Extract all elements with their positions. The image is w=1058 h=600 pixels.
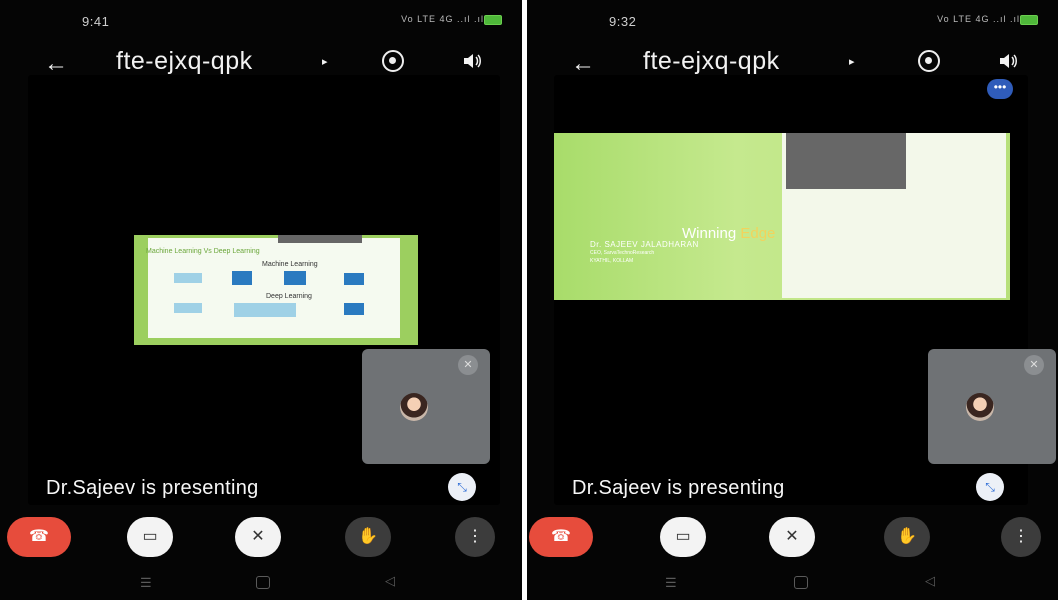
signal-indicator: Vo LTE 4G ..ıl .ıl bbox=[401, 14, 484, 24]
caret-right-icon[interactable]: ▸ bbox=[322, 55, 328, 68]
meeting-code[interactable]: fte-ejxq-qpk bbox=[643, 47, 780, 76]
phone-screen-right: 9:32 Vo LTE 4G ..ıl .ıl ← fte-ejxq-qpk ▸… bbox=[527, 0, 1058, 600]
slide-image-box bbox=[786, 133, 906, 189]
home-icon[interactable] bbox=[794, 576, 808, 589]
meeting-code[interactable]: fte-ejxq-qpk bbox=[116, 47, 253, 76]
nav-back-icon[interactable]: ◁ bbox=[925, 573, 935, 589]
nav-back-icon[interactable]: ◁ bbox=[385, 573, 395, 589]
slide-presenter: Dr. SAJEEV JALADHARAN bbox=[590, 240, 699, 249]
fullscreen-icon[interactable]: ⤡ bbox=[976, 473, 1004, 501]
switch-camera-icon[interactable] bbox=[918, 50, 940, 72]
shared-slide: Winning Edge Dr. SAJEEV JALADHARAN CEO, … bbox=[554, 133, 1010, 300]
switch-camera-icon[interactable] bbox=[382, 50, 404, 72]
recent-apps-icon[interactable]: ☰ bbox=[665, 575, 677, 591]
avatar bbox=[966, 393, 994, 421]
raise-hand-button[interactable]: ✋ bbox=[345, 517, 391, 557]
presentation-stage: ••• Winning Edge Dr. SAJEEV JALADHARAN C… bbox=[554, 75, 1056, 505]
back-arrow-icon[interactable]: ← bbox=[44, 50, 68, 78]
clock: 9:32 bbox=[609, 14, 637, 29]
raise-hand-button[interactable]: ✋ bbox=[884, 517, 930, 557]
phone-screen-left: 9:41 Vo LTE 4G ..ıl .ıl ← fte-ejxq-qpk ▸… bbox=[0, 0, 522, 600]
more-options-button[interactable]: ⋮ bbox=[1001, 517, 1041, 557]
mic-off-button[interactable]: ✕ bbox=[769, 517, 815, 557]
self-video-tile[interactable]: ✕ bbox=[928, 349, 1056, 464]
more-options-button[interactable]: ⋮ bbox=[455, 517, 495, 557]
end-call-button[interactable]: ☎ bbox=[529, 517, 593, 557]
overflow-menu-icon[interactable]: ••• bbox=[987, 79, 1013, 99]
call-controls: ☎ ▭ ✕ ✋ ⋮ bbox=[0, 513, 522, 563]
diagram-network bbox=[234, 303, 296, 317]
diagram-output bbox=[344, 273, 364, 285]
mic-off-icon[interactable]: ✕ bbox=[458, 355, 478, 375]
call-controls: ☎ ▭ ✕ ✋ ⋮ bbox=[527, 513, 1058, 563]
slide-heading: Machine Learning Vs Deep Learning bbox=[146, 248, 260, 255]
speaker-icon[interactable] bbox=[462, 52, 482, 70]
battery-icon bbox=[1020, 15, 1038, 25]
mic-off-button[interactable]: ✕ bbox=[235, 517, 281, 557]
diagram-node bbox=[284, 271, 306, 285]
presenting-status: Dr.Sajeev is presenting bbox=[572, 477, 785, 499]
diagram-car bbox=[174, 273, 202, 283]
caret-right-icon[interactable]: ▸ bbox=[849, 55, 855, 68]
mic-off-icon[interactable]: ✕ bbox=[1024, 355, 1044, 375]
system-nav-bar: ☰ ◁ bbox=[0, 572, 522, 600]
headline-gold: Edge bbox=[740, 225, 776, 242]
home-icon[interactable] bbox=[256, 576, 270, 589]
diagram-car bbox=[174, 303, 202, 313]
speaker-icon[interactable] bbox=[998, 52, 1018, 70]
presenting-status: Dr.Sajeev is presenting bbox=[46, 477, 259, 499]
system-nav-bar: ☰ ◁ bbox=[527, 572, 1058, 600]
end-call-button[interactable]: ☎ bbox=[7, 517, 71, 557]
fullscreen-icon[interactable]: ⤡ bbox=[448, 473, 476, 501]
diagram-node bbox=[232, 271, 252, 285]
self-video-tile[interactable]: ✕ bbox=[362, 349, 490, 464]
slide-tab bbox=[278, 235, 362, 243]
battery-icon bbox=[484, 15, 502, 25]
recent-apps-icon[interactable]: ☰ bbox=[140, 575, 152, 591]
avatar bbox=[400, 393, 428, 421]
video-off-button[interactable]: ▭ bbox=[127, 517, 173, 557]
status-bar: 9:41 Vo LTE 4G ..ıl .ıl bbox=[0, 10, 522, 30]
diagram-output bbox=[344, 303, 364, 315]
slide-affiliation: CEO, SarvaTechnoResearch bbox=[590, 250, 655, 256]
status-bar: 9:32 Vo LTE 4G ..ıl .ıl bbox=[527, 10, 1058, 30]
dl-label: Deep Learning bbox=[266, 293, 312, 300]
presentation-stage: Machine Learning Vs Deep Learning Machin… bbox=[28, 75, 500, 505]
ml-label: Machine Learning bbox=[262, 261, 318, 268]
back-arrow-icon[interactable]: ← bbox=[571, 50, 595, 78]
video-off-button[interactable]: ▭ bbox=[660, 517, 706, 557]
clock: 9:41 bbox=[82, 14, 110, 29]
signal-indicator: Vo LTE 4G ..ıl .ıl bbox=[937, 14, 1020, 24]
slide-location: KYATHIL, KOLLAM bbox=[590, 258, 634, 264]
shared-slide: Machine Learning Vs Deep Learning Machin… bbox=[134, 235, 418, 345]
